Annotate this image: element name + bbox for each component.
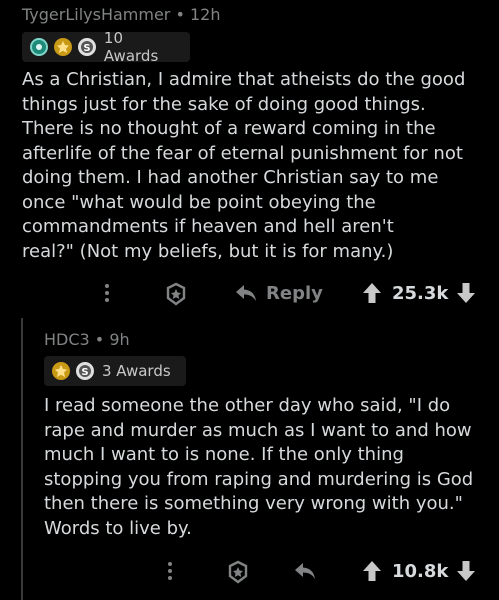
meta-separator: • [94, 330, 105, 349]
comment-1-username[interactable]: TygerLilysHammer [22, 5, 170, 24]
reply-arrow-icon [295, 563, 315, 579]
comment-2-awards[interactable]: S 3 Awards [44, 356, 186, 386]
comment-2-body: I read someone the other day who said, "… [44, 395, 474, 539]
comment-1-score: 25.3k [392, 282, 449, 304]
comment-1-vote: 25.3k [362, 282, 476, 304]
svg-text:S: S [83, 43, 90, 54]
comment-2-username[interactable]: HDC3 [44, 330, 90, 349]
award-icon [166, 282, 186, 306]
comment-1-more-options[interactable] [104, 283, 110, 303]
comment-1-age: 12h [190, 5, 221, 24]
comment-1-award-button[interactable] [164, 282, 188, 306]
comment-2-reply-button[interactable] [293, 560, 317, 582]
comment-1-awards-count: 10 Awards [103, 29, 159, 65]
thread-line[interactable] [21, 318, 23, 600]
silver-award-icon: S [76, 362, 94, 380]
silver-award-icon: S [77, 38, 96, 56]
platinum-award-icon [30, 38, 48, 56]
comment-1-body: As a Christian, I admire that atheists d… [22, 69, 466, 262]
comment-2-age: 9h [109, 330, 130, 349]
meta-separator: • [175, 5, 185, 24]
reply-arrow-icon [236, 285, 256, 301]
reply-label: Reply [266, 282, 323, 304]
upvote-icon[interactable] [362, 282, 382, 304]
comment-2-score: 10.8k [392, 560, 449, 582]
svg-text:S: S [81, 367, 88, 378]
more-options-icon [105, 284, 109, 302]
comment-1-meta: TygerLilysHammer • 12h [22, 5, 221, 24]
award-icon [228, 560, 248, 584]
comment-1-reply-button[interactable]: Reply [234, 282, 323, 304]
more-options-icon [168, 562, 172, 580]
gold-award-icon [53, 38, 72, 56]
comment-2-more-options[interactable] [167, 561, 173, 581]
comment-1-awards[interactable]: S 10 Awards [22, 29, 190, 65]
downvote-icon[interactable] [456, 560, 476, 582]
downvote-icon[interactable] [456, 282, 476, 304]
upvote-icon[interactable] [362, 560, 382, 582]
comment-2-awards-count: 3 Awards [102, 362, 171, 380]
comment-2-meta: HDC3 • 9h [44, 330, 130, 349]
comment-2-vote: 10.8k [362, 560, 476, 582]
comment-2-award-button[interactable] [226, 560, 250, 584]
gold-award-icon [52, 362, 70, 380]
